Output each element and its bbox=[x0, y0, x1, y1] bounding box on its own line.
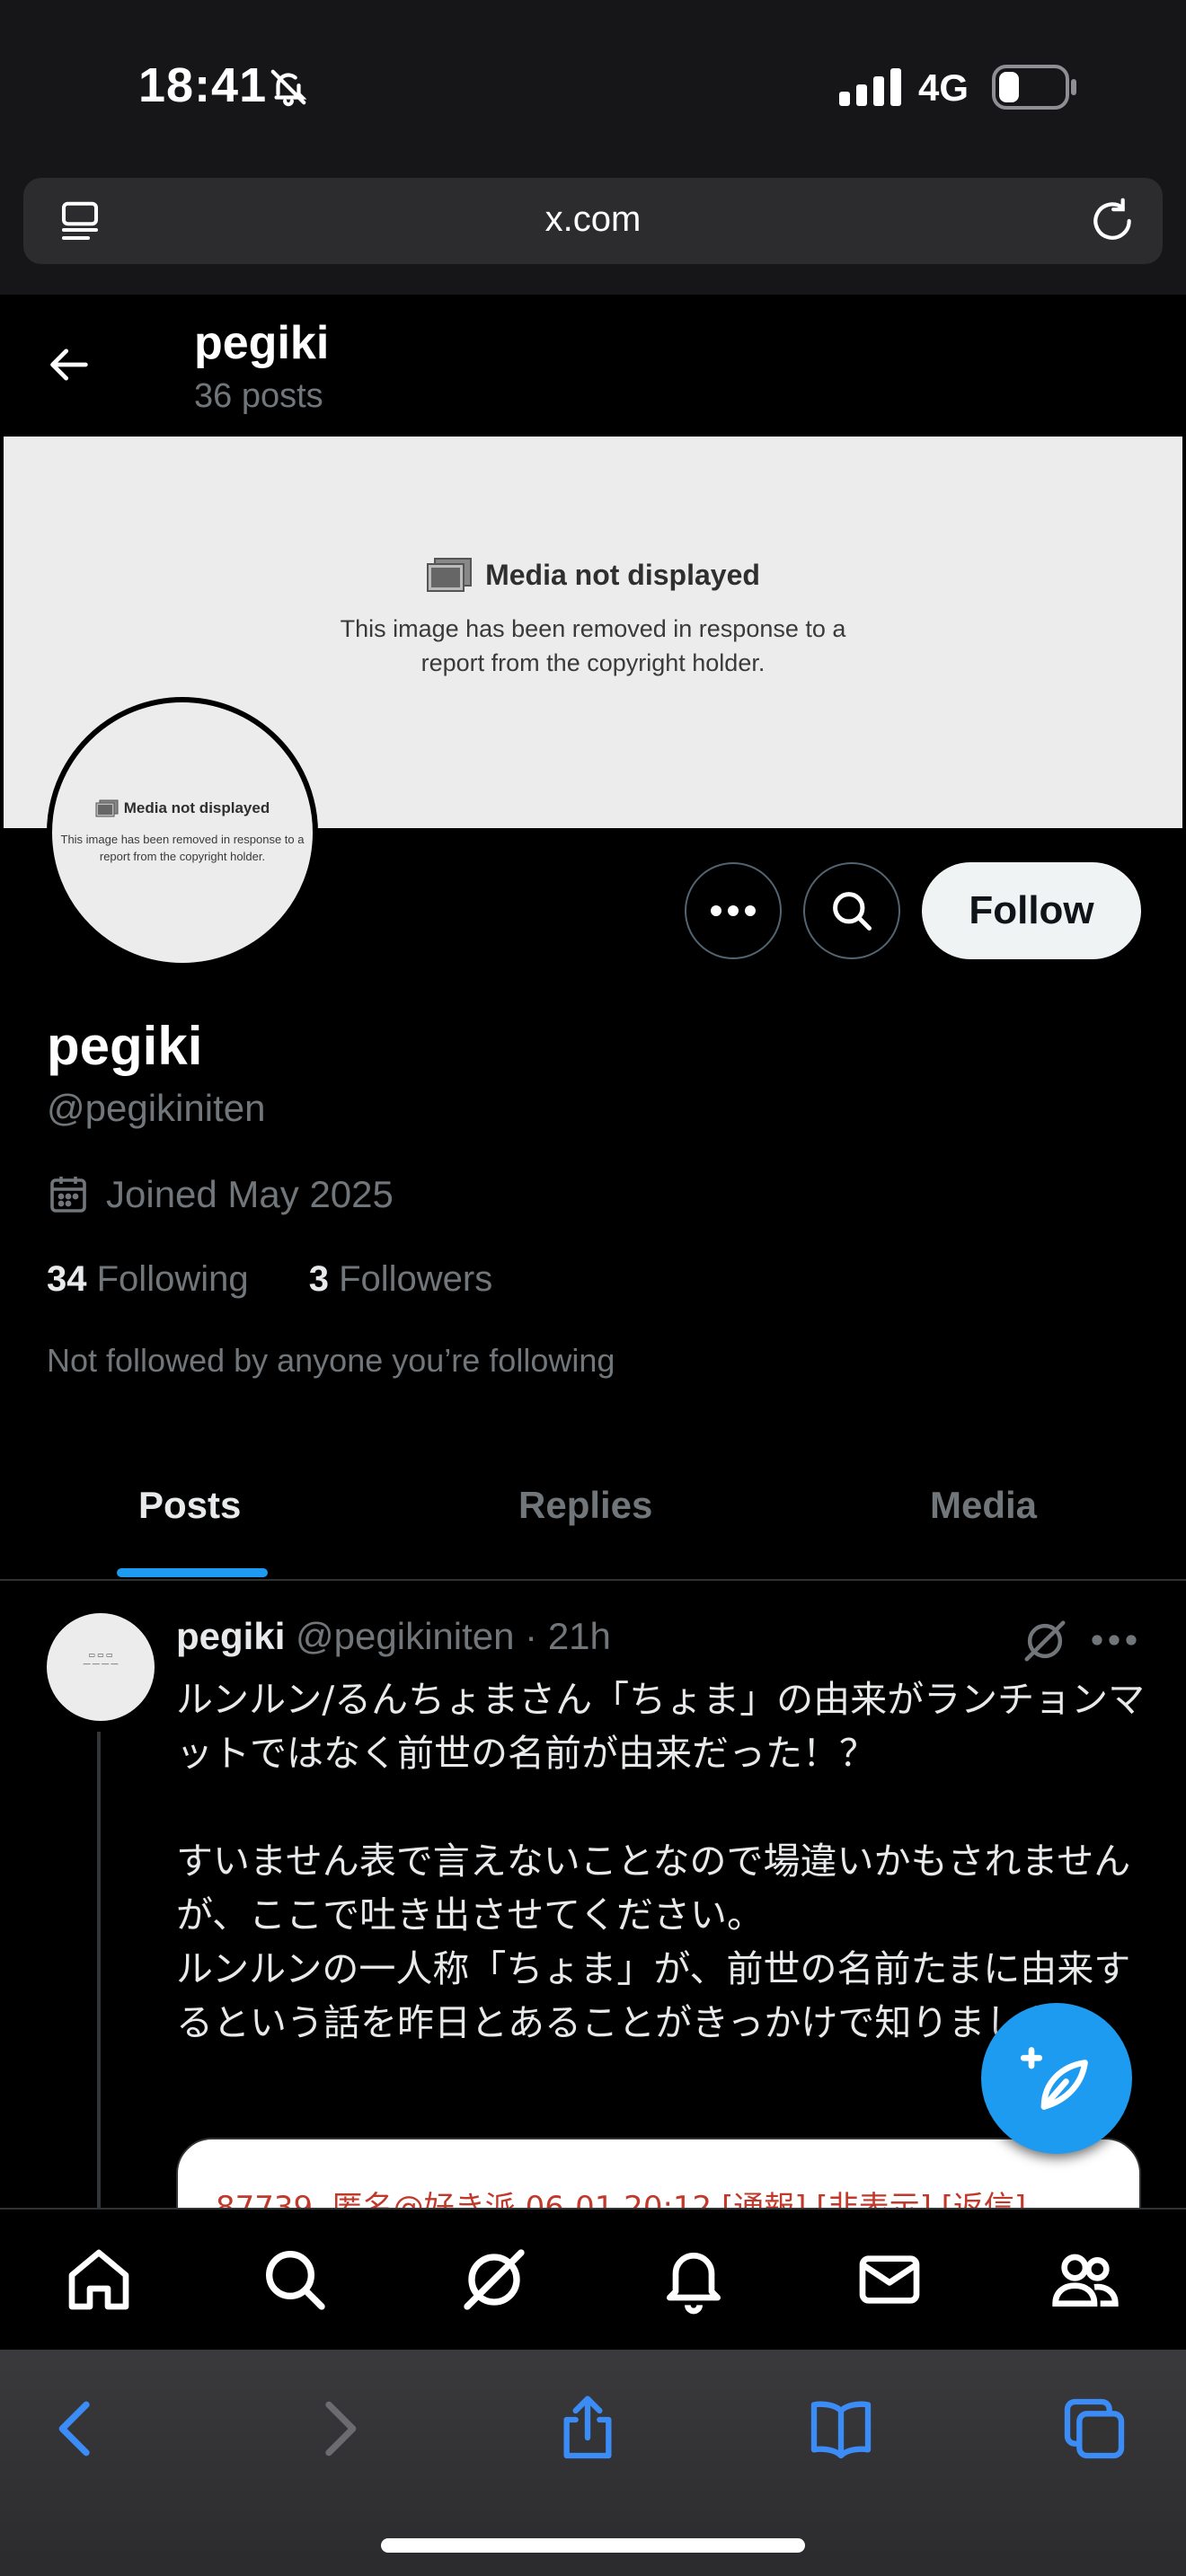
following-label: Following bbox=[96, 1259, 249, 1299]
post-avatar-placeholder: ▭ ▭ ▭ — — — — bbox=[83, 1651, 119, 1668]
follow-button[interactable]: Follow bbox=[922, 862, 1141, 959]
more-dots-icon bbox=[711, 905, 756, 916]
post-header: pegiki @pegikiniten · 21h bbox=[176, 1615, 611, 1658]
profile-avatar[interactable]: Media not displayed This image has been … bbox=[47, 697, 318, 968]
profile-tabs: Posts Replies Media bbox=[0, 1455, 1186, 1581]
post-avatar[interactable]: ▭ ▭ ▭ — — — — bbox=[47, 1613, 155, 1721]
tabs-icon[interactable] bbox=[1058, 2393, 1130, 2465]
compose-post-button[interactable] bbox=[981, 2003, 1132, 2154]
browser-chrome: 18:41 4G x.com bbox=[0, 0, 1186, 295]
share-icon[interactable] bbox=[552, 2393, 624, 2465]
bottom-nav bbox=[0, 2208, 1186, 2350]
following-count: 34 bbox=[47, 1259, 87, 1299]
following-link[interactable]: 34 Following bbox=[47, 1259, 249, 1299]
post-handle[interactable]: @pegikiniten bbox=[296, 1615, 514, 1657]
joined-date: Joined May 2025 bbox=[47, 1173, 394, 1216]
not-followed-note: Not followed by anyone you’re following bbox=[47, 1342, 615, 1379]
profile-name: pegiki bbox=[47, 1016, 203, 1076]
post-text[interactable]: ルンルン/るんちょまさん「ちょま」の由来がランチョンマットではなく前世の名前が由… bbox=[176, 1672, 1146, 2050]
tab-posts[interactable]: Posts bbox=[138, 1484, 241, 1527]
notifications-icon[interactable] bbox=[658, 2244, 730, 2316]
followers-count: 3 bbox=[308, 1259, 329, 1299]
tab-media[interactable]: Media bbox=[930, 1484, 1037, 1527]
calendar-icon bbox=[50, 1177, 86, 1213]
status-time: 18:41 bbox=[138, 58, 268, 112]
back-arrow-icon[interactable] bbox=[47, 341, 93, 388]
search-icon[interactable] bbox=[259, 2244, 331, 2316]
banner-message-line2: report from the copyright holder. bbox=[420, 649, 766, 676]
url-text[interactable]: x.com bbox=[23, 199, 1163, 240]
grok-icon[interactable] bbox=[1021, 1617, 1069, 1665]
image-icon bbox=[427, 558, 473, 592]
profile-handle: @pegikiniten bbox=[47, 1087, 266, 1129]
followers-link[interactable]: 3 Followers bbox=[309, 1259, 493, 1299]
bookmarks-icon[interactable] bbox=[805, 2393, 877, 2465]
followers-label: Followers bbox=[339, 1259, 493, 1299]
network-type: 4G bbox=[918, 66, 969, 109]
home-icon[interactable] bbox=[63, 2244, 135, 2316]
post-more-icon[interactable] bbox=[1091, 1622, 1137, 1658]
header-name: pegiki bbox=[194, 317, 330, 369]
search-icon bbox=[833, 892, 872, 931]
bell-slash-icon bbox=[270, 69, 307, 107]
post-time[interactable]: · 21h bbox=[525, 1615, 611, 1657]
post-author[interactable]: pegiki bbox=[176, 1615, 285, 1657]
reload-icon[interactable] bbox=[1087, 196, 1137, 246]
back-icon[interactable] bbox=[41, 2393, 113, 2465]
compose-feather-icon bbox=[1020, 2047, 1088, 2110]
thread-line bbox=[97, 1732, 101, 2208]
cellular-signal-icon bbox=[839, 68, 901, 106]
banner-media-title: Media not displayed bbox=[485, 558, 760, 591]
forward-icon[interactable] bbox=[302, 2393, 374, 2465]
home-indicator bbox=[381, 2538, 805, 2553]
active-tab-indicator bbox=[117, 1568, 268, 1577]
tab-replies[interactable]: Replies bbox=[518, 1484, 652, 1527]
joined-text: Joined May 2025 bbox=[106, 1173, 394, 1215]
search-profile-button[interactable] bbox=[803, 862, 900, 959]
messages-icon[interactable] bbox=[854, 2244, 925, 2316]
avatar-message-line2: report from the copyright holder. bbox=[99, 850, 266, 863]
header-post-count: 36 posts bbox=[194, 377, 323, 415]
avatar-message-line1: This image has been removed in response … bbox=[60, 833, 305, 846]
follow-stats: 34 Following 3 Followers bbox=[47, 1259, 492, 1300]
grok-icon[interactable] bbox=[458, 2244, 530, 2316]
address-bar[interactable]: x.com bbox=[23, 178, 1163, 264]
communities-icon[interactable] bbox=[1049, 2244, 1121, 2316]
avatar-media-title: Media not displayed bbox=[123, 799, 270, 816]
image-icon bbox=[95, 799, 119, 817]
banner-message-line1: This image has been removed in response … bbox=[340, 615, 846, 642]
more-options-button[interactable] bbox=[685, 862, 782, 959]
battery-icon bbox=[992, 65, 1076, 110]
